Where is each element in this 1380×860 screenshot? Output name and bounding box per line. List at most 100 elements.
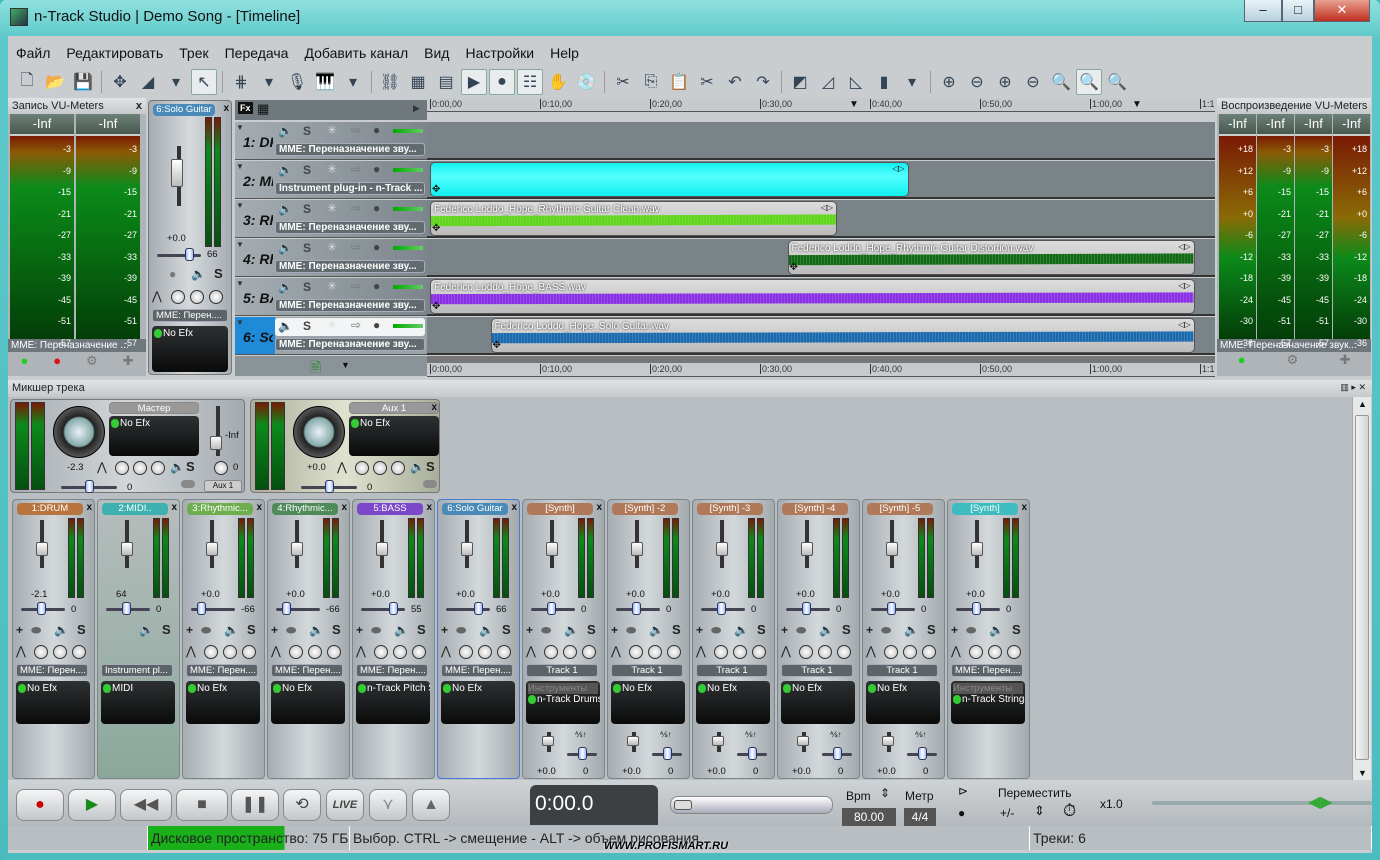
fx-button[interactable]: Fx: [238, 102, 253, 114]
input-monitor-icon[interactable]: ⇨: [351, 162, 361, 176]
clip-volume-handle-icon[interactable]: ◁▷: [1178, 242, 1190, 251]
undo-button[interactable]: ↶: [722, 69, 748, 95]
output-route[interactable]: Track 1: [611, 664, 683, 677]
hand-button[interactable]: ✋: [545, 69, 571, 95]
record-arm-icon[interactable]: ⬬: [541, 623, 551, 638]
zoom-out-horizontal-button[interactable]: ⊖: [964, 69, 990, 95]
record-arm-icon[interactable]: ⬬: [966, 623, 976, 638]
solo-icon[interactable]: S: [303, 202, 311, 216]
instrument-pan-handle[interactable]: [663, 747, 672, 760]
effect-led-icon[interactable]: [868, 683, 876, 693]
speaker-icon[interactable]: 🔈: [904, 623, 919, 637]
solo-icon[interactable]: S: [303, 124, 311, 138]
solo-icon[interactable]: S: [672, 622, 681, 637]
effect-led-icon[interactable]: [273, 683, 281, 693]
record-arm-icon[interactable]: ●: [373, 318, 380, 332]
knob[interactable]: [115, 461, 129, 475]
eq-icon[interactable]: ⋀: [696, 644, 706, 658]
close-icon[interactable]: x: [426, 502, 432, 513]
fx-star-icon[interactable]: ✳: [327, 201, 337, 215]
audio-clip[interactable]: Federico Loddo_Hope_BASS.wav ◁▷ ✥: [430, 279, 1195, 314]
knob[interactable]: [355, 461, 369, 475]
channel-name-pill[interactable]: [Synth] -3: [697, 503, 763, 515]
effect-led-icon[interactable]: [188, 683, 196, 693]
plus-icon[interactable]: +: [866, 623, 873, 637]
marker-icon[interactable]: ▼: [849, 99, 859, 110]
bus-name-pill[interactable]: Мастер: [109, 402, 199, 414]
knob[interactable]: [969, 645, 983, 659]
speed-slider-handle-icon[interactable]: ◀▶: [1308, 792, 1333, 812]
effects-box[interactable]: No Efx: [109, 416, 199, 456]
collapse-arrow-icon[interactable]: ▼: [236, 279, 244, 288]
solo-icon[interactable]: S: [587, 622, 596, 637]
eq-icon[interactable]: ⋀: [611, 644, 621, 658]
clip-move-icon[interactable]: ✥: [790, 262, 798, 273]
knob[interactable]: [459, 645, 473, 659]
volume-fader-handle[interactable]: [886, 542, 898, 556]
track-name[interactable]: 1: DR: [243, 134, 273, 150]
speed-slider[interactable]: [1152, 801, 1372, 805]
knob[interactable]: [223, 645, 237, 659]
pan-handle[interactable]: [802, 602, 811, 615]
track-route[interactable]: MME: Переназначение зву...: [275, 221, 425, 234]
effects-box[interactable]: No Efx: [186, 681, 260, 724]
channel-name-pill[interactable]: [Synth]: [527, 503, 593, 515]
mute-speaker-icon[interactable]: 🔈: [278, 202, 293, 216]
position-slider[interactable]: [670, 796, 833, 814]
microphone-button[interactable]: 🎙: [284, 69, 310, 95]
dropdown-button[interactable]: ▾: [340, 69, 366, 95]
record-arm-icon[interactable]: ●: [373, 162, 380, 176]
grid-icon[interactable]: ▦: [257, 101, 269, 117]
instrument-pan-handle[interactable]: [578, 747, 587, 760]
effects-box[interactable]: Инструменты n-Track Strings: [951, 681, 1025, 724]
volume-fader-handle[interactable]: [631, 542, 643, 556]
clip-volume-handle-icon[interactable]: ◁▷: [1178, 281, 1190, 290]
stop-button[interactable]: ■: [176, 789, 228, 821]
instrument-fader-handle[interactable]: [882, 736, 894, 746]
knob[interactable]: [133, 461, 147, 475]
time-display[interactable]: 0:00.0: [530, 785, 658, 825]
dropdown-button[interactable]: ▾: [256, 69, 282, 95]
track-lane[interactable]: [427, 122, 1215, 160]
channel-name-pill[interactable]: 3:Rhythmic...: [187, 503, 253, 515]
solo-icon[interactable]: S: [162, 622, 171, 637]
effect-led-icon[interactable]: [111, 418, 119, 428]
effect-led-icon[interactable]: [528, 694, 536, 704]
plus-icon[interactable]: +: [611, 623, 618, 637]
record-arm-icon[interactable]: ●: [373, 201, 380, 215]
cd-burn-button[interactable]: 💿: [573, 69, 599, 95]
knob[interactable]: [648, 645, 662, 659]
add-track-icon[interactable]: 🗎: [310, 357, 321, 381]
loop-button[interactable]: ⟲: [283, 789, 321, 821]
knob[interactable]: [629, 645, 643, 659]
effect-led-icon[interactable]: [358, 683, 366, 693]
eq-icon[interactable]: ⋀: [16, 644, 26, 658]
eq-icon[interactable]: ⋀: [152, 289, 162, 303]
record-arm-icon[interactable]: ⬬: [711, 623, 721, 638]
fade-out-button[interactable]: ◺: [843, 69, 869, 95]
knob[interactable]: [72, 645, 86, 659]
effects-box[interactable]: No Efx: [349, 416, 439, 456]
paste-button[interactable]: 📋: [666, 69, 692, 95]
audio-clip[interactable]: Federico Loddo_Hope_Rhythmic Guitar Clea…: [430, 201, 837, 236]
effects-box[interactable]: No Efx: [781, 681, 855, 724]
minimize-button[interactable]: –: [1244, 0, 1282, 22]
menu-item[interactable]: Передача: [217, 42, 297, 64]
close-icon[interactable]: x: [256, 502, 262, 513]
bpm-stepper-icon[interactable]: ⇕: [880, 786, 890, 800]
plus-icon[interactable]: +: [16, 623, 23, 637]
peak-readout[interactable]: -Inf: [1295, 114, 1332, 134]
volume-fader-handle[interactable]: [171, 159, 183, 187]
output-route[interactable]: MME: Перен....: [152, 309, 228, 322]
gear-icon[interactable]: ⚙: [1287, 352, 1299, 368]
gear-icon[interactable]: ⚙: [86, 353, 98, 369]
output-route[interactable]: Track 1: [866, 664, 938, 677]
knob[interactable]: [818, 645, 832, 659]
solo-icon[interactable]: S: [303, 319, 311, 333]
record-arm-icon[interactable]: ⬬: [456, 623, 466, 638]
track-name[interactable]: 6: Sol: [243, 329, 273, 345]
collapse-arrow-icon[interactable]: ▼: [236, 240, 244, 249]
knob[interactable]: [799, 645, 813, 659]
solo-icon[interactable]: S: [502, 622, 511, 637]
speaker-icon[interactable]: 🔈: [394, 623, 409, 637]
